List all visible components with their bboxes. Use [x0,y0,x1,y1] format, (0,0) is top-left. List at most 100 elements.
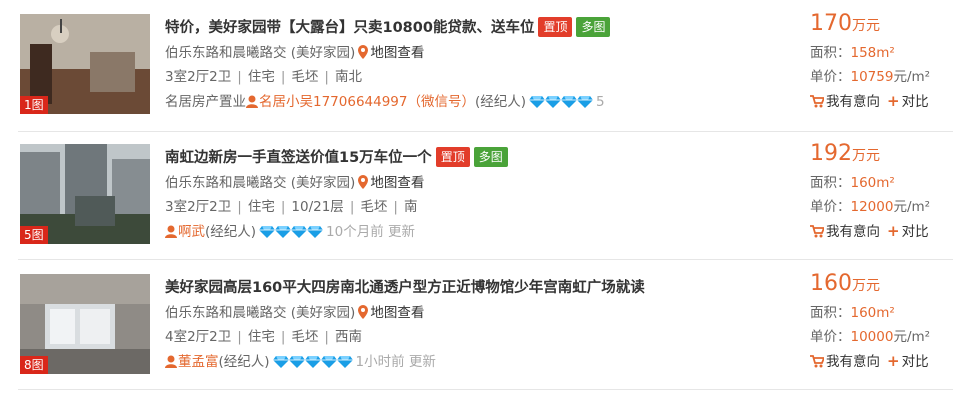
interest-button[interactable]: 我有意向 [810,350,880,370]
diamond-icon [529,96,546,108]
area-label: 面积： [810,45,851,61]
listing-title-text[interactable]: 南虹边新房一手直签送价值15万车位一个 [165,150,432,166]
price-unit: 万元 [852,148,880,164]
separator: | [280,329,286,345]
separator: | [349,199,355,215]
diamond-icon [272,356,289,368]
compare-label: 对比 [901,224,929,240]
unit-price-value: 10759 [850,69,894,85]
attribute: 10/21层 [291,199,344,215]
separator: | [324,69,329,85]
listing-photo[interactable]: 1图 [20,14,150,114]
compare-label: 对比 [901,354,929,370]
agent-extra: 10个月前 更新 [326,224,416,240]
diamond-icon [259,226,276,238]
unit-price-line: 单价：12000元/m² [810,195,930,215]
location-line: 伯乐东路和晨曦路交 (美好家园) 地图查看 [165,41,424,61]
attribute: 毛坯 [291,329,319,345]
diamond-icon [545,96,562,108]
divider [18,259,953,260]
area-line: 面积：160m² [810,171,895,191]
total-price: 192万元 [810,141,880,166]
attributes-line: 4室2厅2卫 | 住宅 | 毛坯 | 西南 [165,325,362,345]
photo-count-badge: 8图 [20,356,48,374]
unit-price-line: 单价：10000元/m² [810,325,930,345]
listing-title[interactable]: 南虹边新房一手直签送价值15万车位一个 置顶 多图 [165,146,508,167]
pinned-badge: 置顶 [435,147,470,167]
diamond-icon [288,356,305,368]
plus-icon: + [887,352,900,370]
listing-actions: 我有意向 + 对比 [810,220,929,240]
interest-button[interactable]: 我有意向 [810,90,880,110]
diamond-icon [291,226,308,238]
map-view-link[interactable]: 地图查看 [370,175,424,191]
agent-role: (经纪人) [205,224,257,240]
area-line: 面积：158m² [810,41,895,61]
unit-price-suffix: 元/m² [893,329,931,345]
listing-title-text[interactable]: 美好家园高层160平大四房南北通透户型方正近博物馆少年宫南虹广场就读 [165,280,645,296]
listing-photo[interactable]: 8图 [20,274,150,374]
agent-rating [529,95,594,113]
area-value: 158m² [850,45,895,61]
location-text: 伯乐东路和晨曦路交 (美好家园) [165,45,356,61]
unit-price-suffix: 元/m² [893,199,931,215]
compare-button[interactable]: + 对比 [887,90,929,110]
separator: | [324,329,329,345]
price-value: 160 [810,271,852,296]
attribute: 3室2厅2卫 [165,69,232,85]
unit-price-value: 10000 [850,329,894,345]
attribute: 3室2厅2卫 [165,199,232,215]
listing-title-text[interactable]: 特价，美好家园带【大露台】只卖10800能贷款、送车位 [165,20,534,36]
interest-button[interactable]: 我有意向 [810,220,880,240]
agent-name-link[interactable]: 董孟富 [178,354,219,370]
compare-button[interactable]: + 对比 [887,220,929,240]
listing-photo[interactable]: 5图 [20,144,150,244]
location-text: 伯乐东路和晨曦路交 (美好家园) [165,175,356,191]
listing-actions: 我有意向 + 对比 [810,350,929,370]
cart-icon [810,95,824,108]
plus-icon: + [887,222,900,240]
agent-extra: 1小时前 更新 [355,354,436,370]
cart-icon [810,355,824,368]
cart-icon [810,225,824,238]
map-pin-icon [358,305,369,319]
price-value: 192 [810,141,852,166]
agent-name-link[interactable]: 名居小吴17706644997（微信号） [259,94,475,110]
plus-icon: + [887,92,900,110]
unit-price-label: 单价： [810,69,851,85]
attribute: 西南 [334,329,362,345]
agent-line: 董孟富(经纪人) 1小时前 更新 [165,350,436,373]
listing-item[interactable]: 8图 美好家园高层160平大四房南北通透户型方正近博物馆少年宫南虹广场就读 伯乐东路… [0,271,957,404]
listing-actions: 我有意向 + 对比 [810,90,929,110]
listing-item[interactable]: 5图 南虹边新房一手直签送价值15万车位一个 置顶 多图伯乐东路和晨曦路交 (美好家园… [0,141,957,274]
agent-extra: 5 [596,94,605,110]
separator: | [280,69,286,85]
multi-photo-badge: 多图 [473,147,508,167]
agent-rating [259,225,324,243]
listing-item[interactable]: 1图 特价，美好家园带【大露台】只卖10800能贷款、送车位 置顶 多图 伯乐东路和晨曦… [0,11,957,144]
diamond-icon [275,226,292,238]
map-view-link[interactable]: 地图查看 [370,305,424,321]
attribute: 住宅 [247,199,275,215]
agent-name-link[interactable]: 啊武 [178,224,205,240]
interest-label: 我有意向 [826,224,880,240]
listing-title[interactable]: 美好家园高层160平大四房南北通透户型方正近博物馆少年宫南虹广场就读 [165,276,645,297]
separator: | [393,199,398,215]
interest-label: 我有意向 [826,354,880,370]
agency-name: 名居房产置业 [165,94,246,110]
person-icon [165,355,177,368]
compare-button[interactable]: + 对比 [887,350,929,370]
unit-price-suffix: 元/m² [893,69,931,85]
map-view-link[interactable]: 地图查看 [370,45,424,61]
area-label: 面积： [810,175,851,191]
diamond-icon [320,356,337,368]
listing-title[interactable]: 特价，美好家园带【大露台】只卖10800能贷款、送车位 置顶 多图 [165,16,611,37]
agent-line: 啊武(经纪人) 10个月前 更新 [165,220,415,243]
separator: | [237,329,242,345]
location-text: 伯乐东路和晨曦路交 (美好家园) [165,305,356,321]
attribute: 南北 [334,69,362,85]
attribute: 毛坯 [360,199,388,215]
attribute: 住宅 [247,69,275,85]
attribute: 4室2厅2卫 [165,329,232,345]
divider [18,131,953,132]
